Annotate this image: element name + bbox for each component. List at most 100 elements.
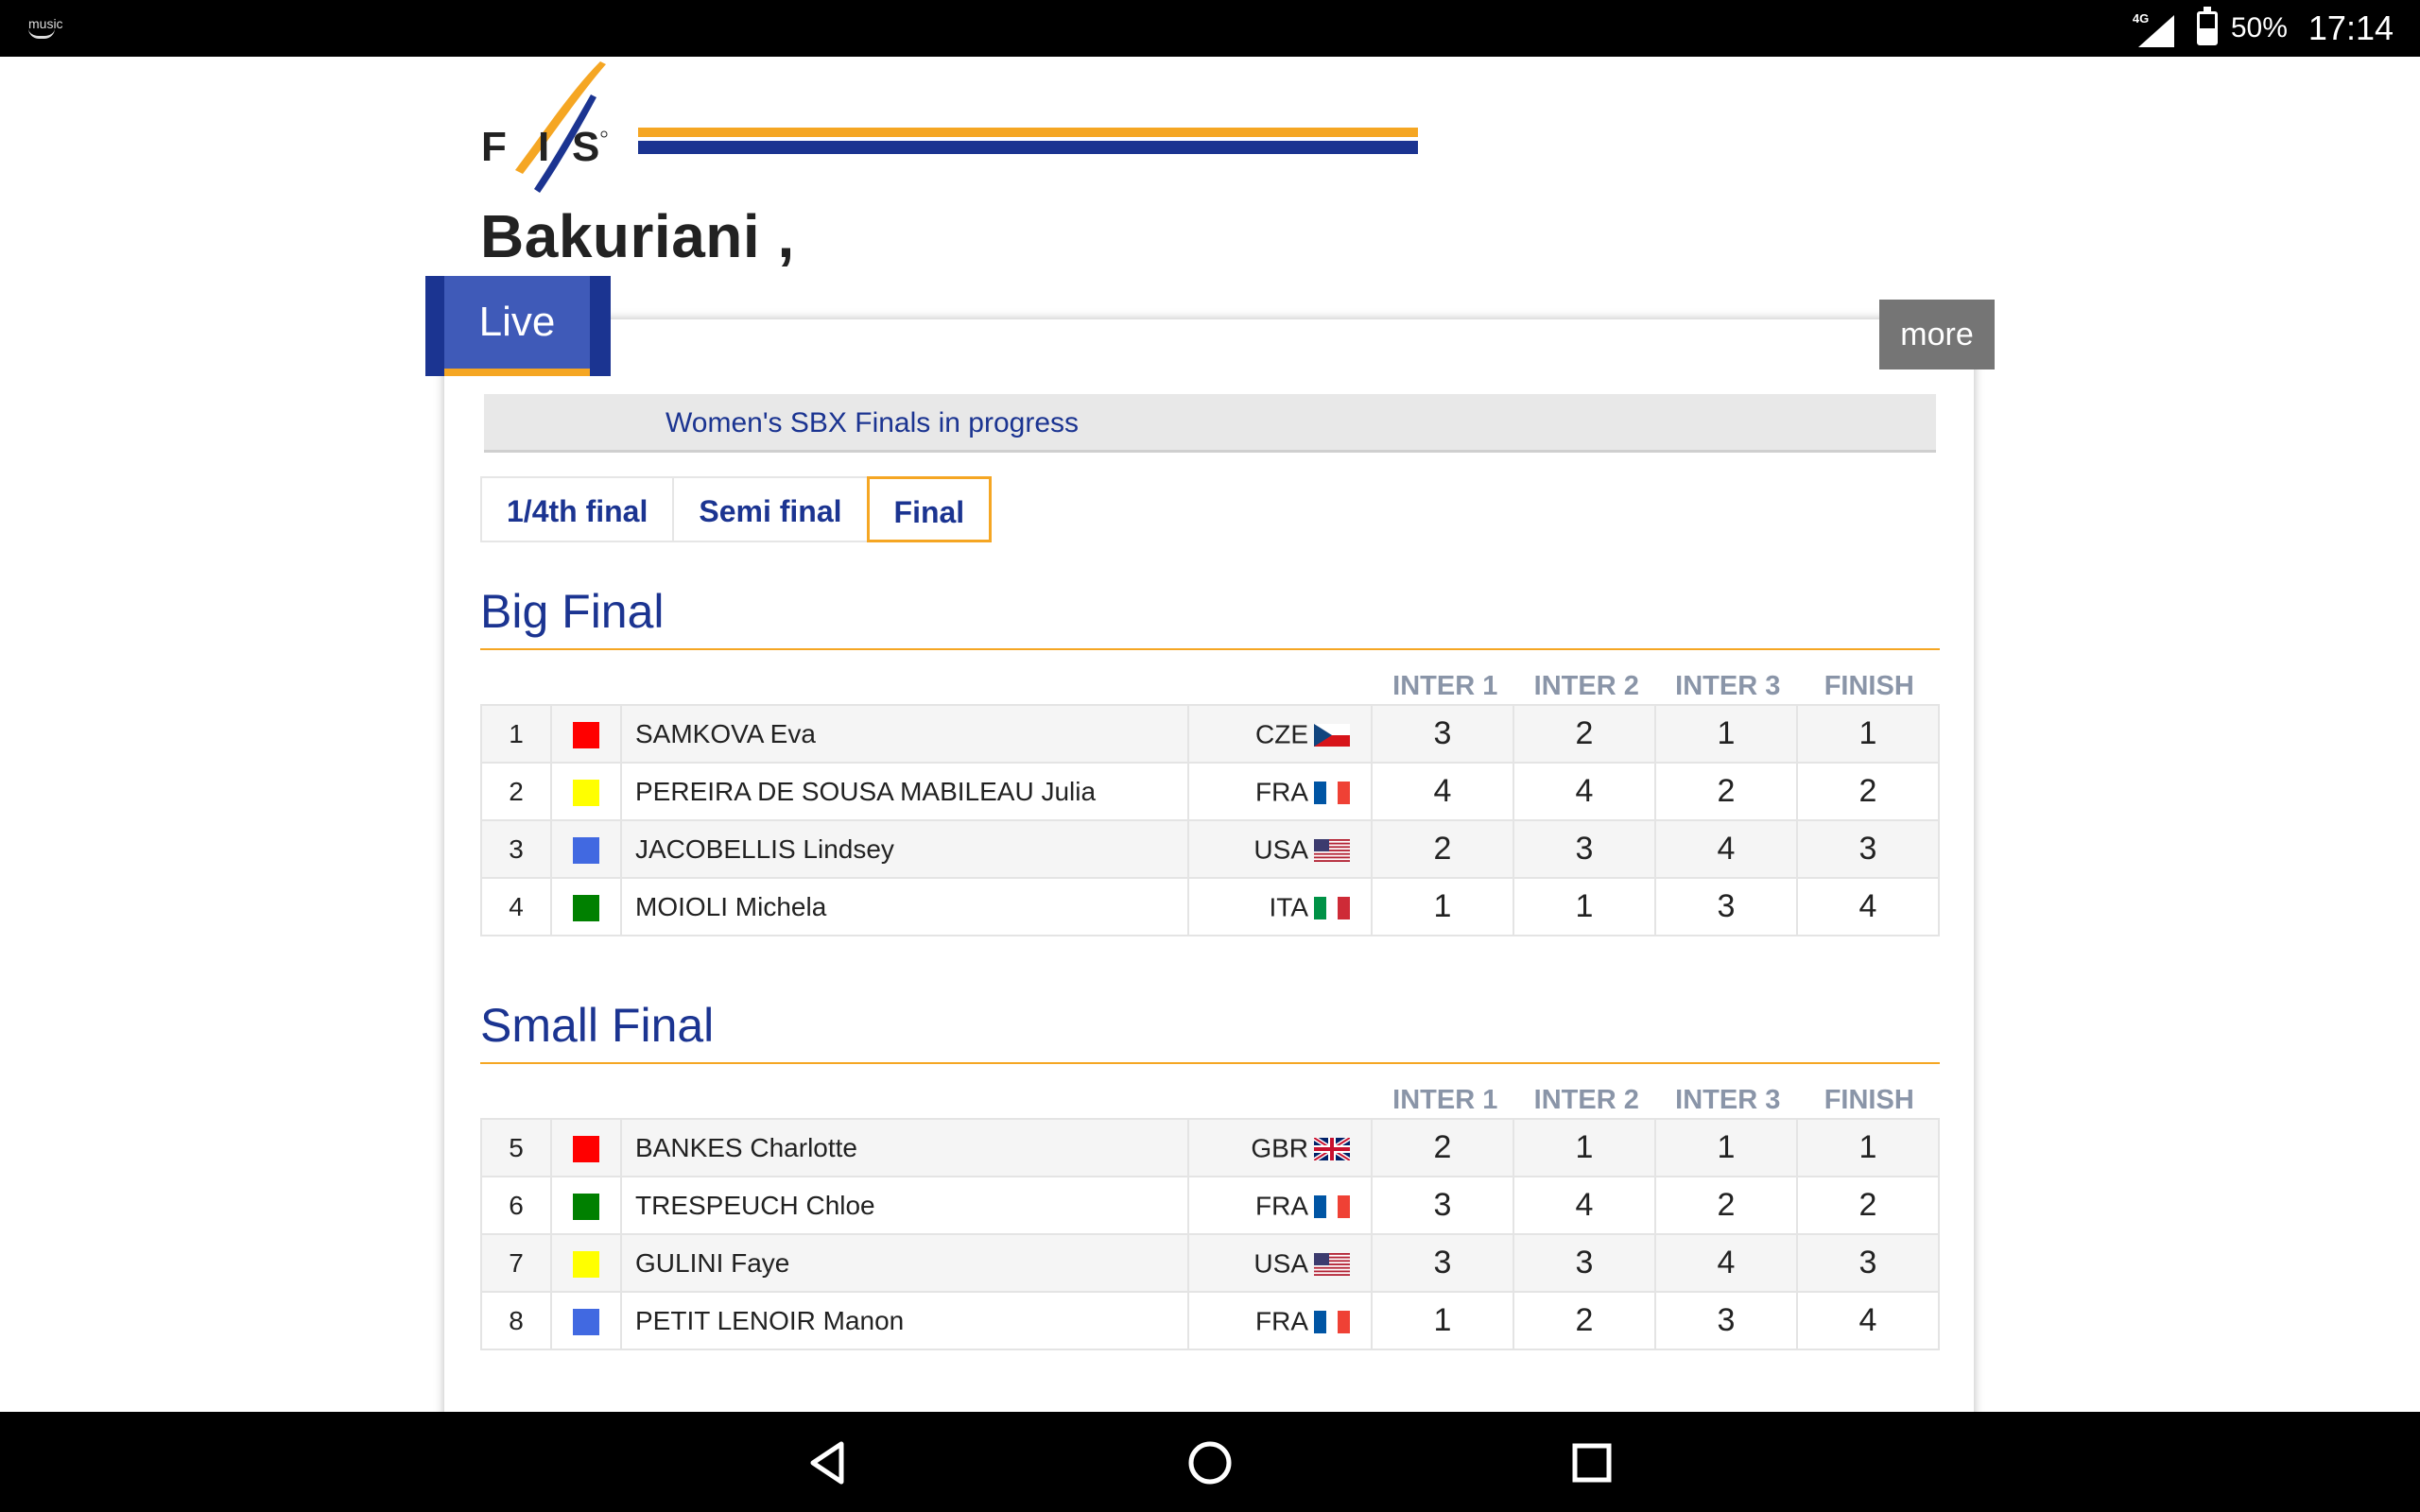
athlete-name[interactable]: GULINI Faye	[620, 1233, 1189, 1293]
small-final-table: 5 BANKES Charlotte GBR 2 1 1 1 6 TRESPEUCH Chloe…	[480, 1118, 1940, 1350]
nation-code: CZE	[1255, 719, 1308, 749]
col-inter2: INTER 2	[1533, 1085, 1639, 1115]
table-row[interactable]: 6 TRESPEUCH Chloe FRA 3 4 2 2	[480, 1176, 1940, 1235]
col-inter3: INTER 3	[1675, 1085, 1781, 1115]
rank-cell: 2	[480, 762, 552, 821]
nation-code: FRA	[1255, 1191, 1308, 1221]
rank-cell: 5	[480, 1118, 552, 1177]
clock: 17:14	[2308, 9, 2394, 47]
athlete-name[interactable]: JACOBELLIS Lindsey	[620, 819, 1189, 879]
cze-flag-icon	[1314, 723, 1350, 747]
round-tabs: 1/4th final Semi final Final	[480, 476, 993, 542]
status-message-bar: Women's SBX Finals in progress	[484, 394, 1936, 453]
bib-color-swatch	[573, 1136, 599, 1163]
nation-cell: USA	[1187, 1233, 1373, 1293]
col-inter2: INTER 2	[1533, 671, 1639, 701]
cell-signal-icon: 4G	[2133, 9, 2174, 47]
table-row[interactable]: 1 SAMKOVA Eva CZE 3 2 1 1	[480, 704, 1940, 764]
svg-text:S: S	[572, 124, 599, 170]
inter3-cell: 3	[1654, 1291, 1798, 1350]
ita-flag-icon	[1314, 896, 1350, 920]
rank-cell: 8	[480, 1291, 552, 1350]
nation-cell: CZE	[1187, 704, 1373, 764]
nation-code: GBR	[1251, 1133, 1308, 1163]
athlete-name[interactable]: PETIT LENOIR Manon	[620, 1291, 1189, 1350]
inter2-cell: 1	[1512, 1118, 1656, 1177]
inter1-cell: 3	[1371, 704, 1514, 764]
usa-flag-icon	[1314, 1252, 1350, 1277]
tab-semi-final[interactable]: Semi final	[672, 476, 869, 542]
tab-quarter-final[interactable]: 1/4th final	[480, 476, 675, 542]
bib-color-cell	[550, 1291, 622, 1350]
finish-cell: 3	[1796, 1233, 1940, 1293]
fra-flag-icon	[1314, 1310, 1350, 1334]
nation-cell: FRA	[1187, 762, 1373, 821]
recent-apps-icon[interactable]	[1565, 1436, 1618, 1489]
athlete-name[interactable]: MOIOLI Michela	[620, 877, 1189, 936]
tab-final[interactable]: Final	[866, 476, 993, 542]
athlete-name[interactable]: BANKES Charlotte	[620, 1118, 1189, 1177]
bib-color-swatch	[573, 1309, 599, 1336]
big-final-table: 1 SAMKOVA Eva CZE 3 2 1 1 2 PEREIRA DE SOUSA MAB…	[480, 704, 1940, 936]
inter1-cell: 1	[1371, 1291, 1514, 1350]
bib-color-swatch	[573, 1194, 599, 1221]
bib-color-cell	[550, 819, 622, 879]
rank-cell: 1	[480, 704, 552, 764]
inter2-cell: 2	[1512, 704, 1656, 764]
usa-flag-icon	[1314, 838, 1350, 863]
nation-cell: GBR	[1187, 1118, 1373, 1177]
battery-percent: 50%	[2230, 12, 2288, 43]
bib-color-swatch	[573, 895, 599, 922]
inter2-cell: 3	[1512, 1233, 1656, 1293]
athlete-name[interactable]: PEREIRA DE SOUSA MABILEAU Julia	[620, 762, 1189, 821]
table-row[interactable]: 3 JACOBELLIS Lindsey USA 2 3 4 3	[480, 819, 1940, 879]
page-title: Bakuriani ,	[480, 202, 795, 270]
table-row[interactable]: 2 PEREIRA DE SOUSA MABILEAU Julia FRA 4 4 2 2	[480, 762, 1940, 821]
big-final-title: Big Final	[480, 585, 665, 638]
table-row[interactable]: 8 PETIT LENOIR Manon FRA 1 2 3 4	[480, 1291, 1940, 1350]
battery-icon	[2196, 7, 2218, 45]
back-icon[interactable]	[802, 1436, 855, 1489]
inter3-cell: 1	[1654, 704, 1798, 764]
table-row[interactable]: 7 GULINI Faye USA 3 3 4 3	[480, 1233, 1940, 1293]
nation-cell: FRA	[1187, 1291, 1373, 1350]
rank-cell: 7	[480, 1233, 552, 1293]
inter1-cell: 1	[1371, 877, 1514, 936]
small-final-title: Small Final	[480, 999, 715, 1052]
status-bar: music 4G 50% 17:14	[0, 0, 2420, 57]
inter1-cell: 2	[1371, 1118, 1514, 1177]
brand-stripes	[638, 128, 1418, 154]
bib-color-cell	[550, 1176, 622, 1235]
inter2-cell: 2	[1512, 1291, 1656, 1350]
music-app-notification-icon: music	[28, 17, 63, 39]
inter3-cell: 3	[1654, 877, 1798, 936]
table-row[interactable]: 5 BANKES Charlotte GBR 2 1 1 1	[480, 1118, 1940, 1177]
athlete-name[interactable]: SAMKOVA Eva	[620, 704, 1189, 764]
fra-flag-icon	[1314, 1194, 1350, 1219]
music-label: music	[28, 16, 63, 31]
more-button[interactable]: more	[1879, 300, 1995, 369]
table-row[interactable]: 4 MOIOLI Michela ITA 1 1 3 4	[480, 877, 1940, 936]
finish-cell: 2	[1796, 1176, 1940, 1235]
athlete-name[interactable]: TRESPEUCH Chloe	[620, 1176, 1189, 1235]
fis-logo[interactable]: F I S	[477, 57, 629, 194]
finish-cell: 3	[1796, 819, 1940, 879]
bib-color-cell	[550, 762, 622, 821]
inter3-cell: 1	[1654, 1118, 1798, 1177]
rank-cell: 3	[480, 819, 552, 879]
finish-cell: 1	[1796, 1118, 1940, 1177]
col-inter1: INTER 1	[1392, 671, 1498, 701]
nation-code: FRA	[1255, 1306, 1308, 1336]
finish-cell: 4	[1796, 1291, 1940, 1350]
small-final-divider	[480, 1062, 1940, 1064]
nation-cell: ITA	[1187, 877, 1373, 936]
bib-color-swatch	[573, 780, 599, 807]
live-tab[interactable]: Live	[425, 276, 611, 376]
bib-color-cell	[550, 1118, 622, 1177]
nation-code: USA	[1253, 834, 1308, 865]
bib-color-cell	[550, 1233, 622, 1293]
nation-cell: FRA	[1187, 1176, 1373, 1235]
inter3-cell: 4	[1654, 819, 1798, 879]
home-icon[interactable]	[1184, 1436, 1236, 1489]
big-final-divider	[480, 648, 1940, 650]
